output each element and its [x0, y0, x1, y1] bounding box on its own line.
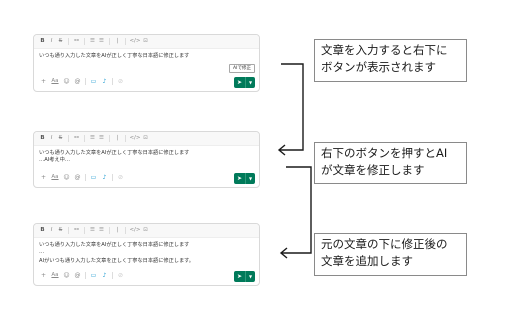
callout-line: が文章を修正します [321, 163, 425, 177]
callout-step-2: 右下のボタンを押すとAI が文章を修正します [314, 142, 467, 184]
callout-line: 元の文章の下に修正後の [321, 237, 448, 251]
callout-step-1: 文章を入力すると右下に ボタンが表示されます [314, 39, 467, 82]
callout-line: 文章を入力すると右下に [321, 43, 448, 57]
callout-line: 文章を追加します [321, 254, 413, 268]
callout-line: ボタンが表示されます [321, 60, 436, 74]
callout-step-3: 元の文章の下に修正後の 文章を追加します [314, 233, 467, 276]
callout-line: 右下のボタンを押すとAI [321, 146, 448, 160]
connector-step-2-to-3 [281, 166, 312, 254]
connector-step-1-to-2 [279, 63, 304, 151]
